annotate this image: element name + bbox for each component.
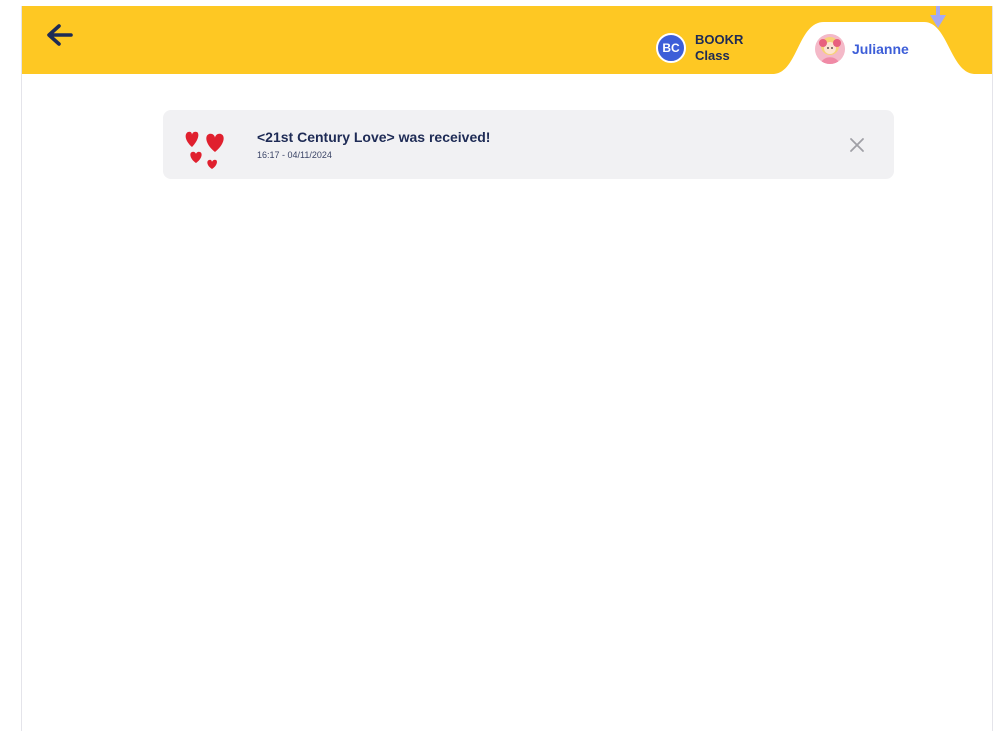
notification-timestamp: 16:17 - 04/11/2024 [257,150,332,160]
back-button[interactable] [42,20,78,50]
girl-avatar-icon [815,34,845,64]
class-switch-tab[interactable]: BC BOOKR Class [656,28,765,68]
close-button[interactable] [847,135,867,155]
top-bar: BC BOOKR Class Julianne [22,6,992,74]
pointer-arrow-icon [930,6,946,28]
arrow-left-icon [47,24,73,46]
hearts-icon [185,131,224,169]
class-avatar: BC [656,33,686,63]
class-initials: BC [662,41,680,55]
profile-name: Julianne [852,41,909,57]
app-frame: BC BOOKR Class Julianne <21st Century Lo… [21,6,993,731]
notification-title: <21st Century Love> was received! [257,129,491,145]
notification-card[interactable]: <21st Century Love> was received! 16:17 … [163,110,894,179]
class-name: BOOKR Class [695,32,744,63]
profile-tab[interactable]: Julianne [815,32,909,66]
close-icon [850,138,864,152]
